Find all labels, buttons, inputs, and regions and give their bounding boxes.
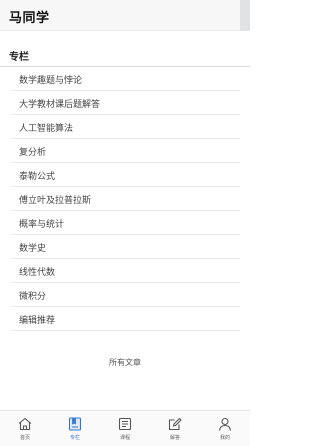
top-bar-edge bbox=[240, 0, 250, 31]
nav-item-home[interactable]: 首页 bbox=[0, 411, 50, 446]
nav-item-profile[interactable]: 我的 bbox=[200, 411, 250, 446]
top-bar: 马同学 bbox=[0, 0, 250, 31]
column-list: 数学趣题与悖论 大学教材课后题解答 人工智能算法 复分析 泰勒公式 傅立叶及拉普… bbox=[0, 67, 250, 331]
bottom-nav: 首页 专栏 课程 解答 我的 bbox=[0, 410, 250, 446]
list-item-2[interactable]: 人工智能算法 bbox=[0, 115, 250, 139]
nav-label-home: 首页 bbox=[19, 435, 30, 441]
list-item-7[interactable]: 数学史 bbox=[0, 235, 250, 259]
list-item-label: 微积分 bbox=[19, 291, 47, 302]
section-title: 专栏 bbox=[9, 52, 29, 63]
list-item-label: 大学教材课后题解答 bbox=[19, 99, 101, 110]
nav-item-answer[interactable]: 解答 bbox=[150, 411, 200, 446]
app-title: 马同学 bbox=[9, 11, 50, 26]
list-item-9[interactable]: 微积分 bbox=[0, 283, 250, 307]
list-item-1[interactable]: 大学教材课后题解答 bbox=[0, 91, 250, 115]
list-item-label: 线性代数 bbox=[19, 267, 56, 278]
column-icon bbox=[68, 417, 82, 431]
list-item-5[interactable]: 傅立叶及拉普拉斯 bbox=[0, 187, 250, 211]
nav-item-column[interactable]: 专栏 bbox=[50, 411, 100, 446]
list-item-3[interactable]: 复分析 bbox=[0, 139, 250, 163]
list-item-label: 数学史 bbox=[19, 243, 47, 254]
nav-item-course[interactable]: 课程 bbox=[100, 411, 150, 446]
list-item-10[interactable]: 编辑推荐 bbox=[0, 307, 250, 331]
profile-icon bbox=[218, 417, 232, 431]
app-screen: 马同学 专栏 数学趣题与悖论 大学教材课后题解答 人工智能算法 复分析 泰勒公式… bbox=[0, 0, 250, 446]
list-item-8[interactable]: 线性代数 bbox=[0, 259, 250, 283]
list-item-label: 傅立叶及拉普拉斯 bbox=[19, 195, 92, 206]
nav-label-column: 专栏 bbox=[69, 435, 80, 441]
list-item-label: 泰勒公式 bbox=[19, 171, 56, 182]
nav-label-answer: 解答 bbox=[169, 435, 180, 441]
list-item-label: 概率与统计 bbox=[19, 219, 65, 230]
nav-label-profile: 我的 bbox=[219, 435, 230, 441]
list-item-6[interactable]: 概率与统计 bbox=[0, 211, 250, 235]
home-icon bbox=[18, 417, 32, 431]
list-item-label: 复分析 bbox=[19, 147, 47, 158]
list-item-4[interactable]: 泰勒公式 bbox=[0, 163, 250, 187]
list-item-label: 数学趣题与悖论 bbox=[19, 75, 83, 86]
course-icon bbox=[118, 417, 132, 431]
list-item-0[interactable]: 数学趣题与悖论 bbox=[0, 67, 250, 91]
all-articles-link[interactable]: 所有文章 bbox=[0, 357, 250, 368]
nav-label-course: 课程 bbox=[119, 435, 130, 441]
list-item-label: 编辑推荐 bbox=[19, 315, 56, 326]
answer-icon bbox=[168, 417, 182, 431]
list-item-label: 人工智能算法 bbox=[19, 123, 74, 134]
